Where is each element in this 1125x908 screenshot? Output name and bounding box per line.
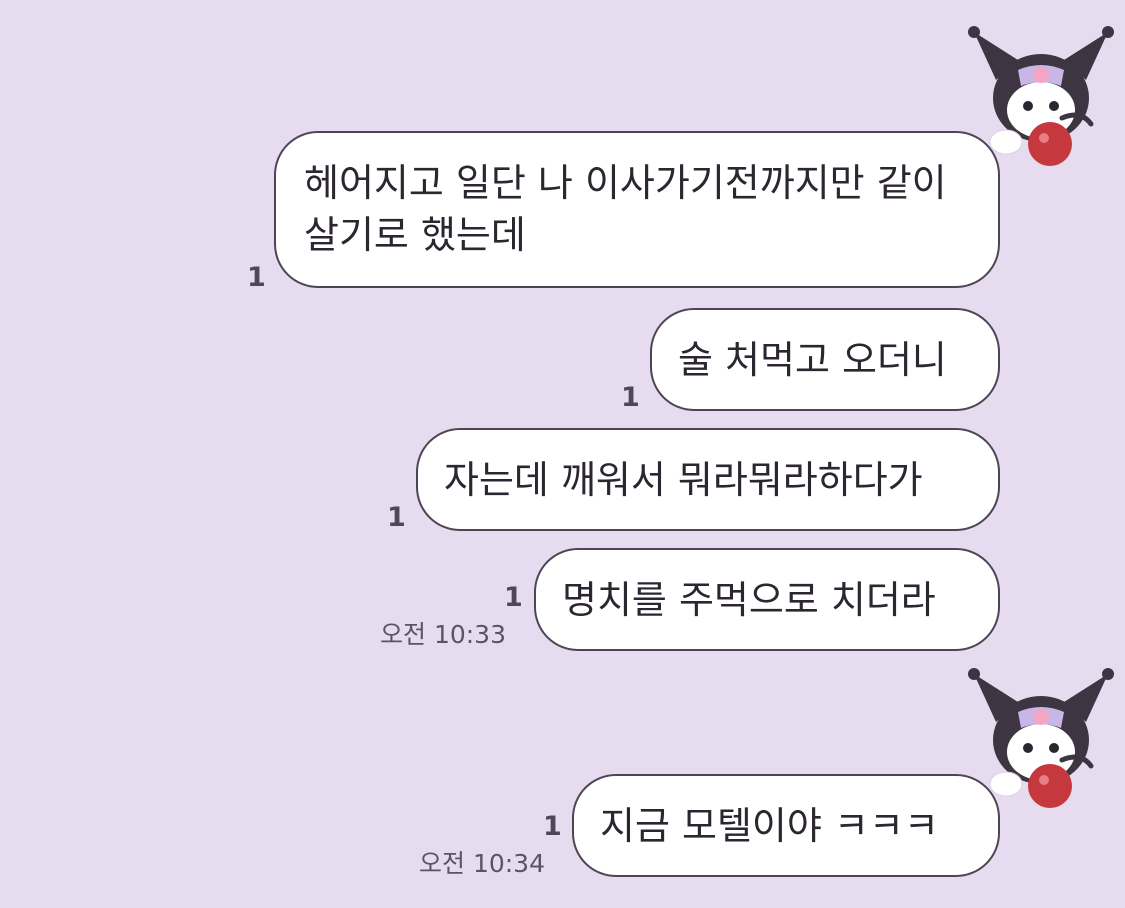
read-count: 1 [543, 811, 562, 842]
chat-message-bubble[interactable]: 자는데 깨워서 뭐라뭐라하다가 [416, 428, 1000, 531]
read-count: 1 [504, 582, 523, 613]
read-count: 1 [621, 382, 640, 413]
message-text: 자는데 깨워서 뭐라뭐라하다가 [444, 457, 923, 502]
read-count: 1 [247, 262, 266, 293]
message-text: 명치를 주먹으로 치더라 [562, 577, 936, 622]
message-timestamp: 오전 10:34 [419, 849, 545, 878]
message-text: 술 처먹고 오더니 [678, 337, 947, 382]
message-timestamp: 오전 10:33 [380, 620, 506, 649]
chat-message-bubble[interactable]: 명치를 주먹으로 치더라 [534, 548, 1000, 651]
chat-message-bubble[interactable]: 술 처먹고 오더니 [650, 308, 1000, 411]
chat-message-bubble[interactable]: 지금 모텔이야 ㅋㅋㅋ [572, 774, 1000, 877]
message-text: 헤어지고 일단 나 이사가기전까지만 같이 살기로 했는데 [304, 161, 947, 257]
chat-message-bubble[interactable]: 헤어지고 일단 나 이사가기전까지만 같이 살기로 했는데 [274, 131, 1000, 288]
read-count: 1 [387, 502, 406, 533]
message-text: 지금 모텔이야 ㅋㅋㅋ [600, 803, 939, 848]
